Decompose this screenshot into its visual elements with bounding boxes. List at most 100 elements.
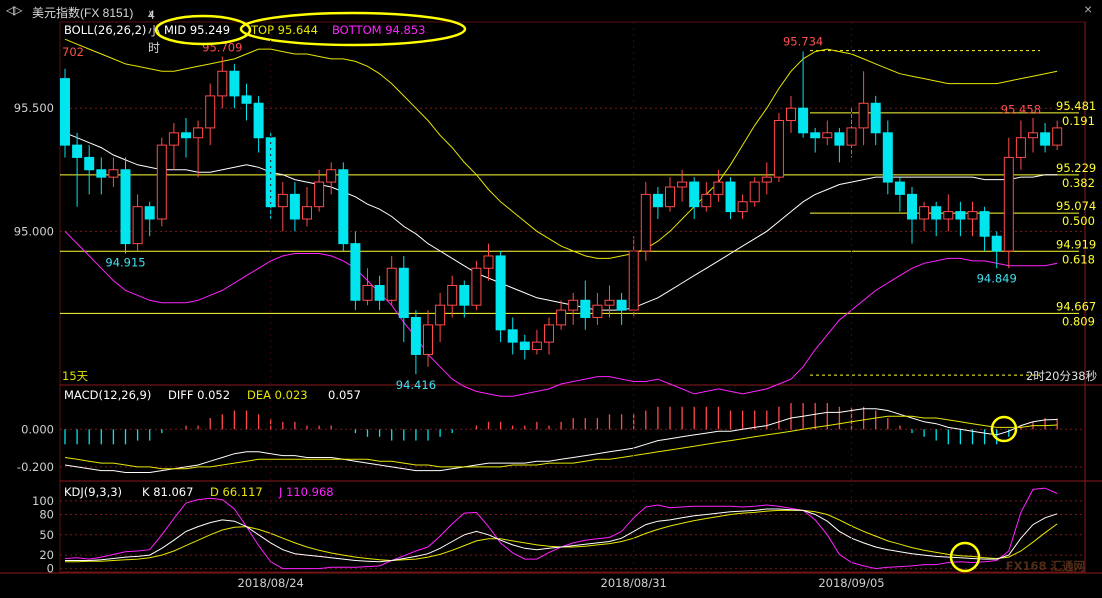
candle-body[interactable]: [314, 181, 325, 208]
candle-body[interactable]: [531, 341, 542, 351]
candle-body[interactable]: [120, 169, 131, 245]
candle-body[interactable]: [459, 284, 470, 306]
candle-body[interactable]: [181, 132, 191, 139]
candle-body[interactable]: [1015, 137, 1026, 158]
fib-ratio-label: 0.191: [1062, 114, 1095, 128]
macd-indicator-label[interactable]: MACD(12,26,9): [64, 388, 151, 402]
left-edge-high-label: 702: [62, 45, 84, 59]
kdj-k-line: [65, 508, 1058, 563]
candle-body[interactable]: [943, 211, 954, 220]
candle-body[interactable]: [483, 255, 494, 269]
candle-body[interactable]: [955, 211, 966, 220]
candle-body[interactable]: [907, 193, 917, 220]
candle-body[interactable]: [737, 201, 748, 213]
candle-body[interactable]: [277, 193, 288, 208]
candle-body[interactable]: [410, 317, 421, 355]
candle-body[interactable]: [326, 169, 337, 183]
candle-body[interactable]: [604, 299, 615, 306]
candle-body[interactable]: [519, 341, 530, 351]
candle-body[interactable]: [640, 193, 651, 252]
candle-body[interactable]: [834, 132, 845, 146]
candle-body[interactable]: [713, 181, 724, 195]
candle-body[interactable]: [761, 176, 772, 183]
candle-body[interactable]: [338, 169, 349, 245]
candle-body[interactable]: [193, 127, 204, 139]
kdj-indicator-label[interactable]: KDJ(9,3,3): [64, 485, 122, 499]
candle-body[interactable]: [580, 299, 591, 319]
candle-body[interactable]: [289, 193, 300, 220]
kdj-y-tick-label: 20: [39, 548, 54, 562]
candle-body[interactable]: [544, 324, 554, 343]
kdj-j-line: [64, 487, 1058, 570]
candle-body[interactable]: [858, 102, 869, 129]
candle-body[interactable]: [1003, 156, 1014, 252]
candle-body[interactable]: [991, 235, 1002, 252]
candle-body[interactable]: [96, 169, 107, 178]
candle-body[interactable]: [362, 284, 373, 301]
candle-body[interactable]: [447, 284, 458, 306]
kdj-d-line: [65, 509, 1058, 563]
candle-body[interactable]: [253, 102, 264, 139]
candle-body[interactable]: [652, 193, 663, 208]
candle-body[interactable]: [168, 132, 179, 146]
candle-body[interactable]: [156, 144, 167, 220]
candle-body[interactable]: [919, 206, 930, 220]
candle-body[interactable]: [882, 132, 893, 183]
candle-body[interactable]: [773, 120, 784, 178]
candle-body[interactable]: [786, 107, 796, 122]
macd-y-tick-label: -0.200: [17, 460, 54, 474]
boll-indicator-label[interactable]: BOLL(26,26,2): [64, 23, 146, 37]
candle-body[interactable]: [302, 206, 312, 220]
candle-body[interactable]: [870, 102, 881, 134]
price-extreme-label: 95.458: [1001, 103, 1041, 117]
boll-top-value: TOP 95.644: [250, 23, 318, 37]
time-axis-label: 2018/09/05: [818, 576, 884, 590]
candle-body[interactable]: [60, 78, 70, 146]
candle-body[interactable]: [144, 206, 155, 220]
candle-body[interactable]: [556, 309, 567, 326]
candle-body[interactable]: [798, 107, 809, 134]
candle-body[interactable]: [108, 169, 119, 178]
candle-body[interactable]: [979, 211, 990, 237]
candle-body[interactable]: [72, 144, 83, 158]
candle-body[interactable]: [568, 299, 579, 311]
candle-body[interactable]: [435, 304, 446, 326]
candle-body[interactable]: [507, 329, 518, 343]
candle-body[interactable]: [229, 70, 240, 97]
candle-body[interactable]: [701, 193, 712, 208]
main-y-tick-label: 95.500: [14, 101, 54, 115]
candle-body[interactable]: [241, 95, 252, 104]
kdj-y-tick-label: 0: [47, 562, 54, 576]
boll-bottom-value: BOTTOM 94.853: [332, 23, 425, 37]
fib-price-label: 94.667: [1056, 299, 1096, 313]
candle-body[interactable]: [205, 95, 216, 129]
candle-body[interactable]: [616, 299, 627, 311]
candle-body[interactable]: [84, 156, 95, 171]
candle-body[interactable]: [931, 206, 942, 220]
candle-body[interactable]: [592, 304, 603, 319]
candle-body[interactable]: [725, 181, 736, 213]
candle-body[interactable]: [495, 255, 506, 331]
candle-body[interactable]: [398, 267, 409, 319]
candle-body[interactable]: [689, 181, 700, 208]
candle-body[interactable]: [822, 132, 833, 139]
candle-body[interactable]: [677, 181, 688, 188]
candle-body[interactable]: [810, 132, 821, 139]
candle-body[interactable]: [967, 211, 978, 220]
candle-body[interactable]: [1028, 132, 1038, 139]
candle-body[interactable]: [471, 267, 482, 306]
candle-body[interactable]: [1040, 132, 1051, 146]
candle-body[interactable]: [423, 324, 433, 355]
candle-body[interactable]: [749, 181, 760, 203]
candle-body[interactable]: [374, 284, 385, 301]
candle-body[interactable]: [894, 181, 905, 195]
time-axis-label: 2018/08/24: [238, 576, 304, 590]
candle-body[interactable]: [132, 206, 143, 245]
candle-body[interactable]: [1052, 127, 1063, 146]
candle-body[interactable]: [665, 186, 675, 208]
fx168-watermark: FX168 汇通网: [1006, 559, 1085, 573]
candle-body[interactable]: [217, 70, 228, 97]
candle-body[interactable]: [386, 267, 397, 301]
chart-canvas[interactable]: 95.500 95.000 95.4810.191 95.2290.382 95.074…: [0, 0, 1102, 598]
candle-body[interactable]: [350, 243, 361, 301]
